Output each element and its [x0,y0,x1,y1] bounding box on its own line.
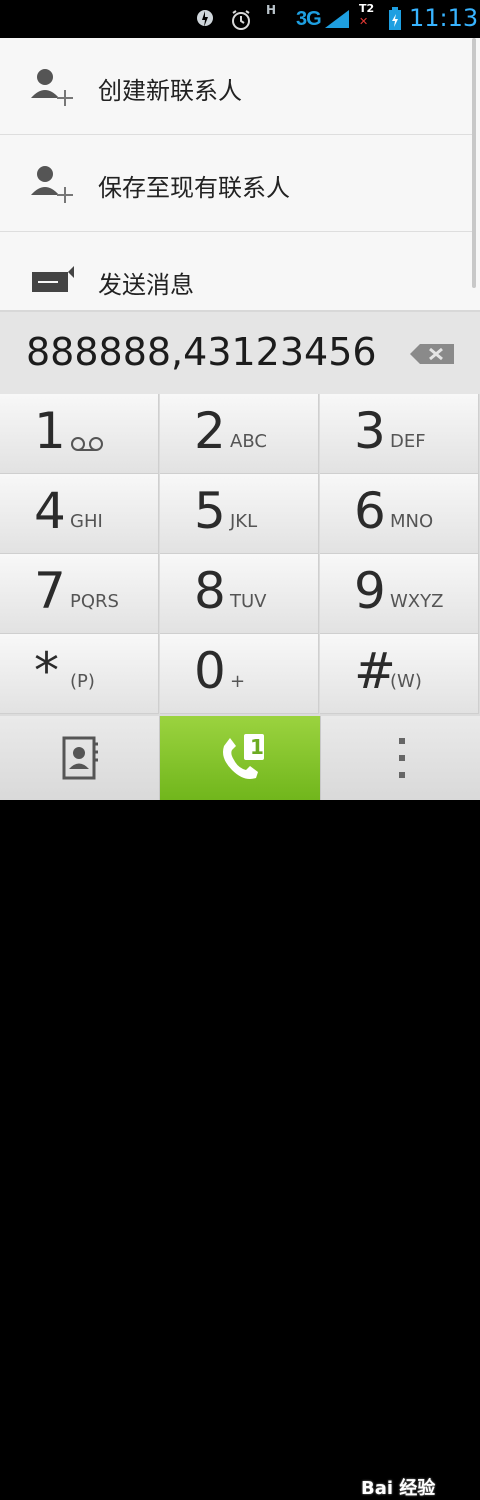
backspace-icon[interactable] [408,342,456,366]
call-sim-number: 1 [250,735,264,759]
key-digit: 2 [194,402,226,460]
key-letters: DEF [390,431,426,452]
contacts-book-icon [62,736,98,780]
key-digit: 3 [354,402,386,460]
key-letters: + [230,671,246,692]
dialer-action-bar: 1 Bai 经验 [0,716,480,1499]
dial-key-0[interactable]: 0 + [160,634,319,714]
list-item-label: 发送消息 [98,271,194,299]
list-item-send-message[interactable]: 发送消息 [0,232,472,310]
dialed-number: 888888,43123456 [26,330,377,374]
list-item-create-contact[interactable]: 创建新联系人 [0,38,472,135]
key-letters: TUV [230,591,267,612]
dial-key-4[interactable]: 4 GHI [0,474,159,554]
watermark: Bai 经验 [361,1478,436,1499]
dialpad: 1 2 ABC 3 DEF 4 GHI 5 JKL 6 MNO 7 PQRS 8… [0,394,480,716]
battery-icon [389,7,401,30]
list-item-label: 创建新联系人 [98,77,242,105]
sim-indicator: T2 ✕ [359,2,375,28]
signal-strength-icon [325,10,349,28]
message-icon [32,266,74,292]
key-letters: MNO [390,511,434,532]
status-bar: H 3G T2 ✕ 11:13 [0,0,480,38]
voicemail-icon [71,437,103,451]
add-contact-icon [31,166,73,203]
number-actions-list: 创建新联系人 保存至现有联系人 发送消息 [0,38,480,310]
key-digit: * [34,642,59,700]
menu-dots-icon [399,738,405,778]
key-letters: (P) [70,671,95,692]
dial-key-hash[interactable]: # (W) [320,634,479,714]
contacts-button[interactable] [0,716,160,800]
key-letters: (W) [390,671,422,692]
dial-key-8[interactable]: 8 TUV [160,554,319,634]
key-digit: 7 [34,562,66,620]
dial-key-6[interactable]: 6 MNO [320,474,479,554]
dial-key-star[interactable]: * (P) [0,634,159,714]
key-digit: 0 [194,642,226,700]
key-digit: 4 [34,482,66,540]
key-letters: ABC [230,431,267,452]
number-display[interactable]: 888888,43123456 [0,310,480,394]
dial-key-7[interactable]: 7 PQRS [0,554,159,634]
clock: 11:13 [409,4,479,32]
network-indicator: H [266,3,277,17]
dial-key-1[interactable]: 1 [0,394,159,474]
key-digit: 9 [354,562,386,620]
notification-icon [197,10,213,27]
more-options-button[interactable] [320,716,480,800]
call-button[interactable]: 1 [160,716,320,800]
dial-key-2[interactable]: 2 ABC [160,394,319,474]
key-letters: JKL [230,511,258,532]
key-letters: WXYZ [390,591,444,612]
list-item-save-existing[interactable]: 保存至现有联系人 [0,135,472,232]
key-letters: GHI [70,511,103,532]
add-contact-icon [31,69,73,106]
key-digit: 8 [194,562,226,620]
key-letters: PQRS [70,591,119,612]
dial-key-5[interactable]: 5 JKL [160,474,319,554]
alarm-icon [232,10,250,30]
scrollbar[interactable] [472,38,476,288]
key-digit: 5 [194,482,226,540]
key-digit: 6 [354,482,386,540]
list-item-label: 保存至现有联系人 [98,174,290,202]
signal-type-label: 3G [296,8,322,30]
key-digit: 1 [34,402,66,460]
dial-key-3[interactable]: 3 DEF [320,394,479,474]
dial-key-9[interactable]: 9 WXYZ [320,554,479,634]
